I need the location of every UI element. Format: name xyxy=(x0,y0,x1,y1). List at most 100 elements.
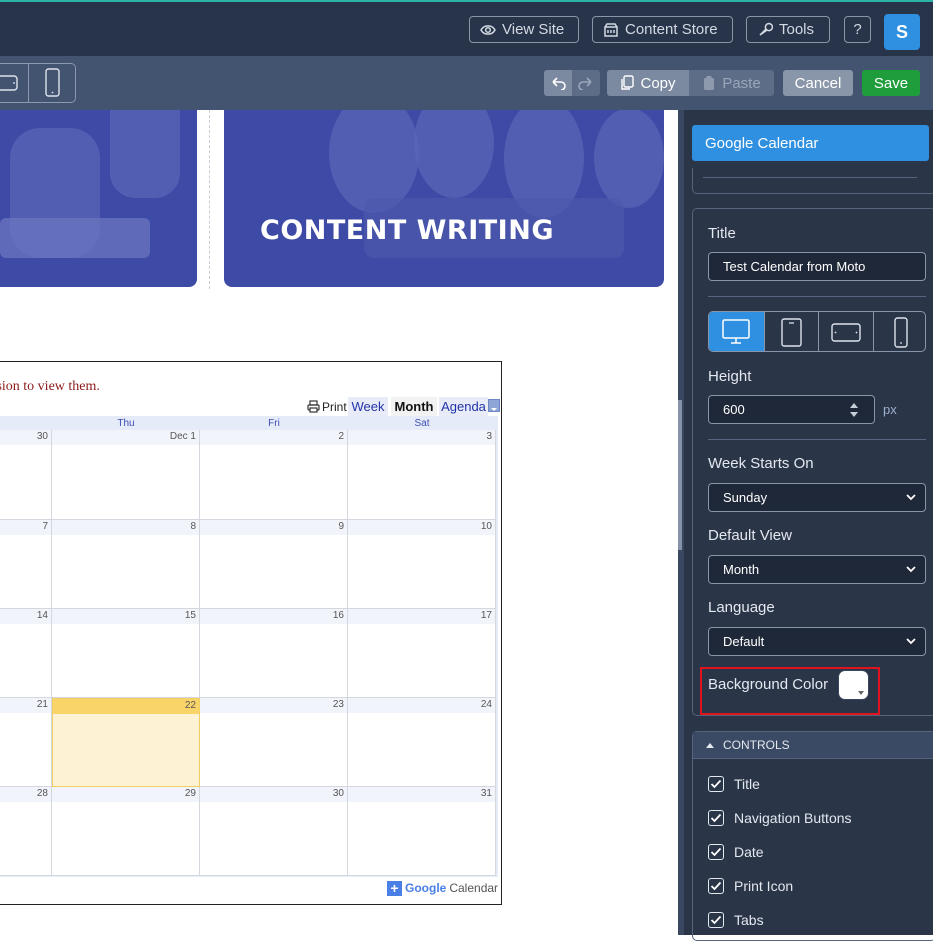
chevron-down-icon xyxy=(491,408,497,411)
column-divider xyxy=(209,110,210,289)
desktop-device-button[interactable] xyxy=(709,312,764,351)
date-number: 21 xyxy=(36,699,48,710)
calendar-cell[interactable]: 3 xyxy=(348,430,496,520)
calendar-cell[interactable]: 14 xyxy=(0,609,52,698)
view-site-label: View Site xyxy=(502,21,565,38)
paste-button[interactable]: Paste xyxy=(689,70,774,96)
calendar-cell[interactable]: 8 xyxy=(52,520,200,609)
save-button[interactable]: Save xyxy=(862,70,920,96)
control-date-checkbox[interactable]: Date xyxy=(708,844,764,860)
calendar-cell[interactable]: 21 xyxy=(0,698,52,787)
date-number: 2 xyxy=(338,431,344,442)
checkbox-checked-icon xyxy=(708,844,724,860)
tab-week[interactable]: Week xyxy=(348,397,388,416)
calendar-cell[interactable]: 17 xyxy=(348,609,496,698)
control-title-checkbox[interactable]: Title xyxy=(708,776,760,792)
tablet-landscape-device-button[interactable] xyxy=(818,312,873,351)
date-number: 30 xyxy=(332,788,344,799)
divider xyxy=(708,296,926,297)
cancel-button[interactable]: Cancel xyxy=(783,70,853,96)
language-label: Language xyxy=(708,599,775,616)
mobile-icon xyxy=(45,68,60,97)
undo-button[interactable] xyxy=(544,70,572,96)
properties-panel: Google Calendar Title Test Calendar from… xyxy=(678,110,933,941)
date-number: 16 xyxy=(332,610,344,621)
save-label: Save xyxy=(873,74,909,92)
language-select[interactable]: Default xyxy=(708,627,926,656)
tablet-landscape-device-button[interactable] xyxy=(0,64,29,102)
checkbox-checked-icon xyxy=(708,912,724,928)
tab-agenda-label: Agenda xyxy=(441,399,486,414)
title-label: Title xyxy=(708,225,736,242)
default-view-label: Default View xyxy=(708,527,792,544)
chevron-down-icon xyxy=(906,638,916,645)
calendar-cell[interactable]: 30 xyxy=(200,787,348,876)
control-print-icon-checkbox[interactable]: Print Icon xyxy=(708,878,793,894)
calendar-cell-today[interactable]: 22 xyxy=(52,698,200,787)
tab-week-label: Week xyxy=(351,399,385,414)
tab-month[interactable]: Month xyxy=(391,397,437,416)
copy-label: Copy xyxy=(640,74,676,92)
mobile-device-button[interactable] xyxy=(873,312,925,351)
help-button[interactable]: ? xyxy=(844,16,871,43)
top-bar: View Site Content Store Tools ? S xyxy=(0,0,933,56)
default-view-select[interactable]: Month xyxy=(708,555,926,584)
canvas-scrollbar[interactable] xyxy=(678,400,682,550)
spinner-arrows-icon[interactable] xyxy=(848,401,860,419)
page-canvas: CONTENT WRITING ssion to view them. Prin… xyxy=(0,110,678,935)
editor-toolbar: Copy Paste Cancel Save xyxy=(0,56,933,110)
desktop-icon xyxy=(722,319,750,344)
print-link[interactable]: Print xyxy=(307,397,347,416)
content-store-button[interactable]: Content Store xyxy=(592,16,733,43)
week-starts-select[interactable]: Sunday xyxy=(708,483,926,512)
control-tabs-checkbox[interactable]: Tabs xyxy=(708,912,764,928)
wrench-icon xyxy=(759,22,773,36)
background-color-label: Background Color xyxy=(708,676,829,693)
plus-icon: + xyxy=(387,880,402,896)
calendar-cell[interactable]: 30 xyxy=(0,430,52,520)
calendar-cell[interactable]: 7 xyxy=(0,520,52,609)
redo-button[interactable] xyxy=(572,70,600,96)
calendar-cell[interactable]: 29 xyxy=(52,787,200,876)
calendar-cell[interactable]: 15 xyxy=(52,609,200,698)
background-color-swatch[interactable] xyxy=(839,671,868,699)
calendar-cell[interactable]: 24 xyxy=(348,698,496,787)
control-navigation-buttons-checkbox[interactable]: Navigation Buttons xyxy=(708,810,852,826)
view-site-button[interactable]: View Site xyxy=(469,16,579,43)
calendar-permission-message: ssion to view them. xyxy=(0,379,100,394)
day-header-thu: Thu xyxy=(117,418,135,429)
day-header-fri: Fri xyxy=(268,418,280,429)
paste-icon xyxy=(704,76,715,90)
calendar-cell[interactable]: 16 xyxy=(200,609,348,698)
mobile-device-button[interactable] xyxy=(29,64,76,102)
calendar-cell[interactable]: 10 xyxy=(348,520,496,609)
hero-image-content-writing xyxy=(224,110,664,287)
calendar-grid: Thu Fri Sat 30 Dec 1 2 3 7 8 9 10 14 15 … xyxy=(0,416,498,877)
calendar-cell[interactable]: 23 xyxy=(200,698,348,787)
date-number: 15 xyxy=(184,610,196,621)
controls-heading: CONTROLS xyxy=(723,738,790,752)
date-number: 22 xyxy=(184,700,196,711)
tab-agenda[interactable]: Agenda xyxy=(439,397,488,416)
controls-header[interactable]: CONTROLS xyxy=(693,732,933,759)
calendar-cell[interactable]: Dec 1 xyxy=(52,430,200,520)
help-label: ? xyxy=(853,21,862,38)
calendar-wordmark: Calendar xyxy=(449,881,499,895)
panel-section-stub xyxy=(692,168,933,194)
date-number: Dec 1 xyxy=(169,431,196,442)
date-number: 7 xyxy=(42,521,48,532)
calendar-cell[interactable]: 31 xyxy=(348,787,496,876)
google-calendar-link[interactable]: + Google Calendar xyxy=(387,879,498,897)
calendar-cell[interactable]: 28 xyxy=(0,787,52,876)
copy-button[interactable]: Copy xyxy=(607,70,689,96)
title-input[interactable]: Test Calendar from Moto xyxy=(708,252,926,281)
date-number: 8 xyxy=(190,521,196,532)
tools-button[interactable]: Tools xyxy=(746,16,830,43)
calendar-cell[interactable]: 2 xyxy=(200,430,348,520)
caret-down-icon xyxy=(858,691,864,695)
date-number: 10 xyxy=(480,521,492,532)
avatar[interactable]: S xyxy=(884,14,920,50)
tab-dropdown-button[interactable] xyxy=(488,399,500,412)
tablet-device-button[interactable] xyxy=(764,312,818,351)
calendar-cell[interactable]: 9 xyxy=(200,520,348,609)
